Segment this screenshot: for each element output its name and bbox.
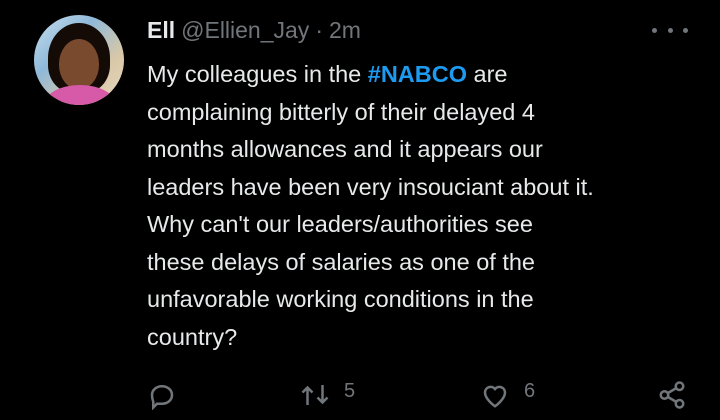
tweet-line-2: complaining bitterly of their delayed 4 bbox=[147, 98, 535, 125]
tweet-line-6: these delays of salaries as one of the bbox=[147, 248, 535, 275]
like-count: 6 bbox=[524, 380, 536, 402]
retweet-button[interactable]: 5 bbox=[300, 380, 355, 410]
like-icon bbox=[483, 385, 507, 408]
hashtag-link[interactable]: #NABCO bbox=[368, 61, 467, 87]
tweet-text-segment: My colleagues in the bbox=[147, 61, 368, 87]
tweet-line-7: unfavorable working conditions in the bbox=[147, 286, 534, 312]
tweet-text-segment: are bbox=[467, 61, 508, 87]
share-icon bbox=[659, 381, 685, 409]
avatar[interactable] bbox=[34, 15, 124, 105]
more-dot bbox=[652, 27, 657, 33]
more-dot bbox=[683, 27, 688, 33]
like-button[interactable]: 6 bbox=[480, 380, 535, 410]
retweet-count: 5 bbox=[344, 380, 356, 402]
tweet-line-8: country? bbox=[147, 323, 238, 350]
author-name[interactable]: Ell bbox=[147, 17, 175, 44]
tweet-header: Ell @Ellien_Jay · 2m bbox=[147, 17, 361, 47]
tweet-line-5: Why can't our leaders/authorities see bbox=[147, 211, 533, 237]
tweet-timestamp[interactable]: 2m bbox=[329, 17, 361, 44]
reply-icon bbox=[150, 384, 174, 410]
tweet-line-3: months allowances and it appears our bbox=[147, 136, 543, 162]
reply-button[interactable] bbox=[147, 380, 177, 410]
tweet-actions: 5 6 bbox=[147, 380, 707, 420]
share-button[interactable] bbox=[657, 380, 687, 410]
tweet-line-4: leaders have been very insouciant about … bbox=[147, 173, 594, 200]
avatar-face bbox=[59, 39, 99, 89]
tweet-text: My colleagues in the #NABCO are complain… bbox=[147, 56, 707, 356]
author-handle[interactable]: @Ellien_Jay bbox=[181, 17, 309, 44]
tweet-line-1: My colleagues in the #NABCO are bbox=[147, 56, 707, 94]
separator-dot: · bbox=[315, 17, 323, 43]
more-options-icon[interactable] bbox=[652, 20, 688, 40]
more-dot bbox=[667, 27, 673, 33]
retweet-icon bbox=[301, 385, 329, 405]
